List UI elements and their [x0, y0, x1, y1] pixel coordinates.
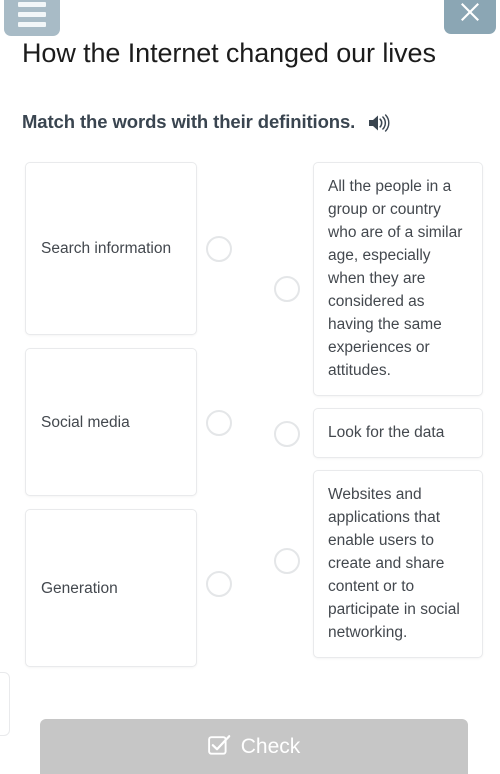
definition-card[interactable]: Websites and applications that enable us… [313, 470, 483, 658]
definition-card-label: All the people in a group or country who… [328, 178, 463, 379]
word-card-label: Social media [41, 413, 130, 431]
left-connector-dots [206, 162, 236, 674]
page-title: How the Internet changed our lives [22, 38, 436, 68]
word-card[interactable]: Social media [25, 348, 197, 496]
connector-dot-right[interactable] [274, 276, 300, 302]
word-card[interactable]: Generation [25, 509, 197, 667]
word-card-label: Search information [41, 240, 172, 257]
connector-dot-left[interactable] [206, 571, 232, 597]
top-bar [0, 0, 500, 36]
instruction-row: Match the words with their definitions. [22, 111, 490, 133]
right-connector-dots [274, 162, 304, 674]
close-x-icon [461, 3, 479, 21]
connector-dot-right[interactable] [274, 421, 300, 447]
speaker-icon[interactable] [368, 113, 390, 133]
words-column: Search information Social media Generati… [25, 162, 197, 680]
word-card[interactable]: Search information [25, 162, 197, 335]
definition-card[interactable]: Look for the data [313, 408, 483, 458]
definitions-column: All the people in a group or country who… [313, 162, 483, 670]
checkbox-checked-icon [207, 735, 231, 755]
definition-card-label: Websites and applications that enable us… [328, 486, 460, 641]
check-button-label: Check [240, 734, 301, 758]
hamburger-menu-icon [18, 11, 46, 17]
hamburger-menu-icon [18, 21, 46, 27]
offscreen-card-edge [0, 672, 10, 736]
check-button[interactable]: Check [40, 719, 468, 774]
definition-card-label: Look for the data [328, 424, 445, 441]
hamburger-menu-button[interactable] [4, 0, 60, 36]
definition-card[interactable]: All the people in a group or country who… [313, 162, 483, 396]
matching-exercise: Search information Social media Generati… [0, 162, 500, 674]
word-card-label: Generation [41, 579, 118, 597]
close-button[interactable] [444, 0, 496, 34]
hamburger-menu-icon [18, 1, 46, 7]
connector-dot-left[interactable] [206, 236, 232, 262]
connector-dot-left[interactable] [206, 410, 232, 436]
instruction-text: Match the words with their definitions. [22, 111, 356, 132]
connector-dot-right[interactable] [274, 548, 300, 574]
